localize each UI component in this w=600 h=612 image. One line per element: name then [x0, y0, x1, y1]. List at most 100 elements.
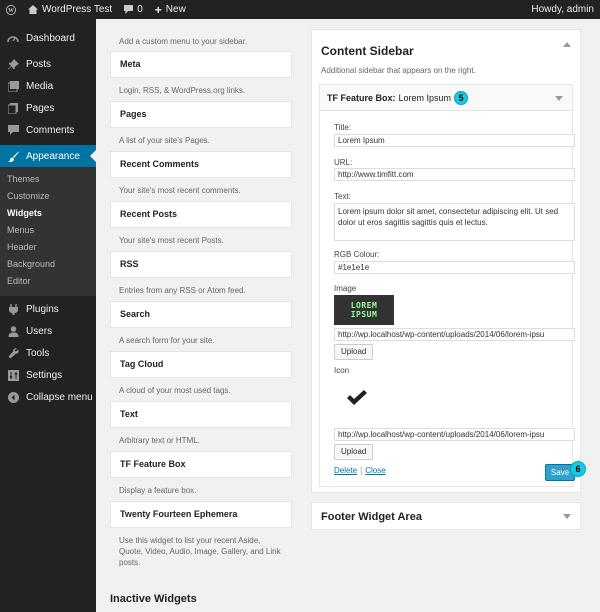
- menu-item-posts[interactable]: Posts: [0, 53, 96, 75]
- menu-label-posts: Posts: [26, 58, 52, 70]
- available-widget-title[interactable]: Meta: [110, 51, 292, 78]
- url-input[interactable]: http://www.timfitt.com: [334, 168, 575, 181]
- footer-widget-area-title: Footer Widget Area: [321, 511, 422, 523]
- menu-item-plugins[interactable]: Plugins: [0, 298, 96, 320]
- content-sidebar-description: Additional sidebar that appears on the r…: [321, 66, 476, 75]
- plus-icon: +: [154, 2, 162, 17]
- wordpress-logo-icon[interactable]: W: [0, 0, 22, 19]
- menu-item-pages[interactable]: Pages: [0, 97, 96, 119]
- available-widget-desc: Entries from any RSS or Atom feed.: [119, 286, 246, 295]
- comment-bubble-icon: [124, 5, 134, 14]
- available-widget-title[interactable]: Pages: [110, 101, 292, 128]
- image-upload-button[interactable]: Upload: [334, 344, 374, 360]
- available-widget-desc: Your site's most recent comments.: [119, 186, 241, 195]
- menu-item-comments[interactable]: Comments: [0, 119, 96, 141]
- submenu-item-header[interactable]: Header: [0, 239, 96, 256]
- my-account-link[interactable]: Howdy, admin: [525, 0, 600, 19]
- available-widget-desc: Arbitrary text or HTML.: [119, 436, 200, 445]
- user-icon: [6, 324, 20, 338]
- rgb-colour-label: RGB Colour:: [334, 250, 380, 259]
- available-widget-desc: Login, RSS, & WordPress.org links.: [119, 86, 246, 95]
- menu-item-appearance[interactable]: Appearance: [0, 145, 96, 167]
- settings-sliders-icon: [6, 368, 20, 382]
- checkmark-icon: [346, 390, 368, 409]
- image-label: Image: [334, 284, 357, 293]
- admin-menu: Dashboard Posts Media Pages Comments App…: [0, 19, 96, 612]
- available-widgets-list: Add a custom menu to your sidebar. Meta L…: [110, 19, 292, 568]
- home-icon: [28, 5, 38, 14]
- available-widget: RSS Entries from any RSS or Atom feed.: [110, 251, 292, 301]
- svg-text:W: W: [8, 8, 14, 14]
- paintbrush-icon: [6, 149, 20, 163]
- submenu-item-widgets[interactable]: Widgets: [0, 205, 96, 222]
- available-widget: Text Arbitrary text or HTML.: [110, 401, 292, 451]
- available-widget: Recent Comments Your site's most recent c…: [110, 151, 292, 201]
- step-callout-6: 6: [570, 461, 586, 477]
- available-widget-title[interactable]: TF Feature Box: [110, 451, 292, 478]
- footer-widget-area-panel[interactable]: Footer Widget Area: [311, 502, 581, 530]
- widget-name: TF Feature Box:: [327, 92, 396, 103]
- new-label: New: [165, 4, 186, 15]
- close-link[interactable]: Close: [365, 466, 385, 475]
- menu-item-settings[interactable]: Settings: [0, 364, 96, 386]
- available-widget-desc: A list of your site's Pages.: [119, 136, 210, 145]
- dashboard-icon: [6, 31, 20, 45]
- inactive-widgets-title: Inactive Widgets: [110, 593, 197, 605]
- available-widget-title[interactable]: Recent Posts: [110, 201, 292, 228]
- widget-instance-title: Lorem Ipsum: [398, 92, 452, 103]
- howdy-label: Howdy, admin: [531, 4, 594, 15]
- icon-label: Icon: [334, 366, 350, 375]
- pages-icon: [6, 101, 20, 115]
- available-widget-title[interactable]: RSS: [110, 251, 292, 278]
- title-label: Title:: [334, 123, 352, 132]
- expand-arrow-down-icon[interactable]: [563, 514, 571, 519]
- available-widget-desc: Your site's most recent Posts.: [119, 236, 224, 245]
- menu-item-tools[interactable]: Tools: [0, 342, 96, 364]
- icon-upload-button[interactable]: Upload: [334, 444, 374, 460]
- menu-item-media[interactable]: Media: [0, 75, 96, 97]
- menu-item-dashboard[interactable]: Dashboard: [0, 27, 96, 49]
- widget-header[interactable]: TF Feature Box: Lorem Ipsum 5: [320, 85, 572, 111]
- submenu-item-editor[interactable]: Editor: [0, 273, 96, 290]
- image-url-input[interactable]: http://wp.localhost/wp-content/uploads/2…: [334, 328, 575, 341]
- rgb-colour-input[interactable]: #1e1e1e: [334, 261, 575, 274]
- collapse-arrow-up-icon[interactable]: [563, 42, 571, 47]
- image-preview-text-line-1: LOREM: [350, 301, 378, 310]
- text-textarea[interactable]: Lorem ipsum dolor sit amet, consectetur …: [334, 203, 575, 241]
- comments-icon: [6, 123, 20, 137]
- available-widget-title[interactable]: Twenty Fourteen Ephemera: [110, 501, 292, 528]
- text-label: Text:: [334, 192, 351, 201]
- delete-link[interactable]: Delete: [334, 466, 357, 475]
- submenu-item-background[interactable]: Background: [0, 256, 96, 273]
- collapse-menu-label: Collapse menu: [26, 391, 93, 403]
- menu-label-appearance: Appearance: [26, 150, 80, 162]
- available-widget: Search A search form for your site.: [110, 301, 292, 351]
- new-content-link[interactable]: + New: [149, 0, 192, 19]
- available-widget: Twenty Fourteen Ephemera Use this widget …: [110, 501, 292, 568]
- available-widget-title[interactable]: Recent Comments: [110, 151, 292, 178]
- available-widget-title[interactable]: Text: [110, 401, 292, 428]
- step-callout-5: 5: [454, 91, 468, 105]
- collapse-menu-button[interactable]: Collapse menu: [0, 386, 96, 408]
- expand-arrow-down-icon[interactable]: [555, 96, 563, 101]
- available-widget-title[interactable]: Tag Cloud: [110, 351, 292, 378]
- submenu-item-themes[interactable]: Themes: [0, 171, 96, 188]
- content-sidebar-header[interactable]: Content Sidebar: [312, 30, 580, 60]
- available-widget: Tag Cloud A cloud of your most used tags.: [110, 351, 292, 401]
- wrench-icon: [6, 346, 20, 360]
- comments-link[interactable]: 0: [118, 0, 149, 19]
- media-icon: [6, 79, 20, 93]
- title-input[interactable]: Lorem Ipsum: [334, 134, 575, 147]
- available-widget-title[interactable]: Search: [110, 301, 292, 328]
- available-widget-desc: A cloud of your most used tags.: [119, 386, 231, 395]
- menu-item-users[interactable]: Users: [0, 320, 96, 342]
- menu-label-plugins: Plugins: [26, 303, 59, 315]
- available-widget: Pages A list of your site's Pages.: [110, 101, 292, 151]
- footer-widget-area-header[interactable]: Footer Widget Area: [312, 503, 580, 531]
- widget-control-links: Delete | Close: [334, 466, 386, 475]
- icon-url-input[interactable]: http://wp.localhost/wp-content/uploads/2…: [334, 428, 575, 441]
- site-name-link[interactable]: WordPress Test: [22, 0, 118, 19]
- submenu-item-customize[interactable]: Customize: [0, 188, 96, 205]
- custom-menu-widget-desc: Add a custom menu to your sidebar.: [119, 37, 248, 46]
- submenu-item-menus[interactable]: Menus: [0, 222, 96, 239]
